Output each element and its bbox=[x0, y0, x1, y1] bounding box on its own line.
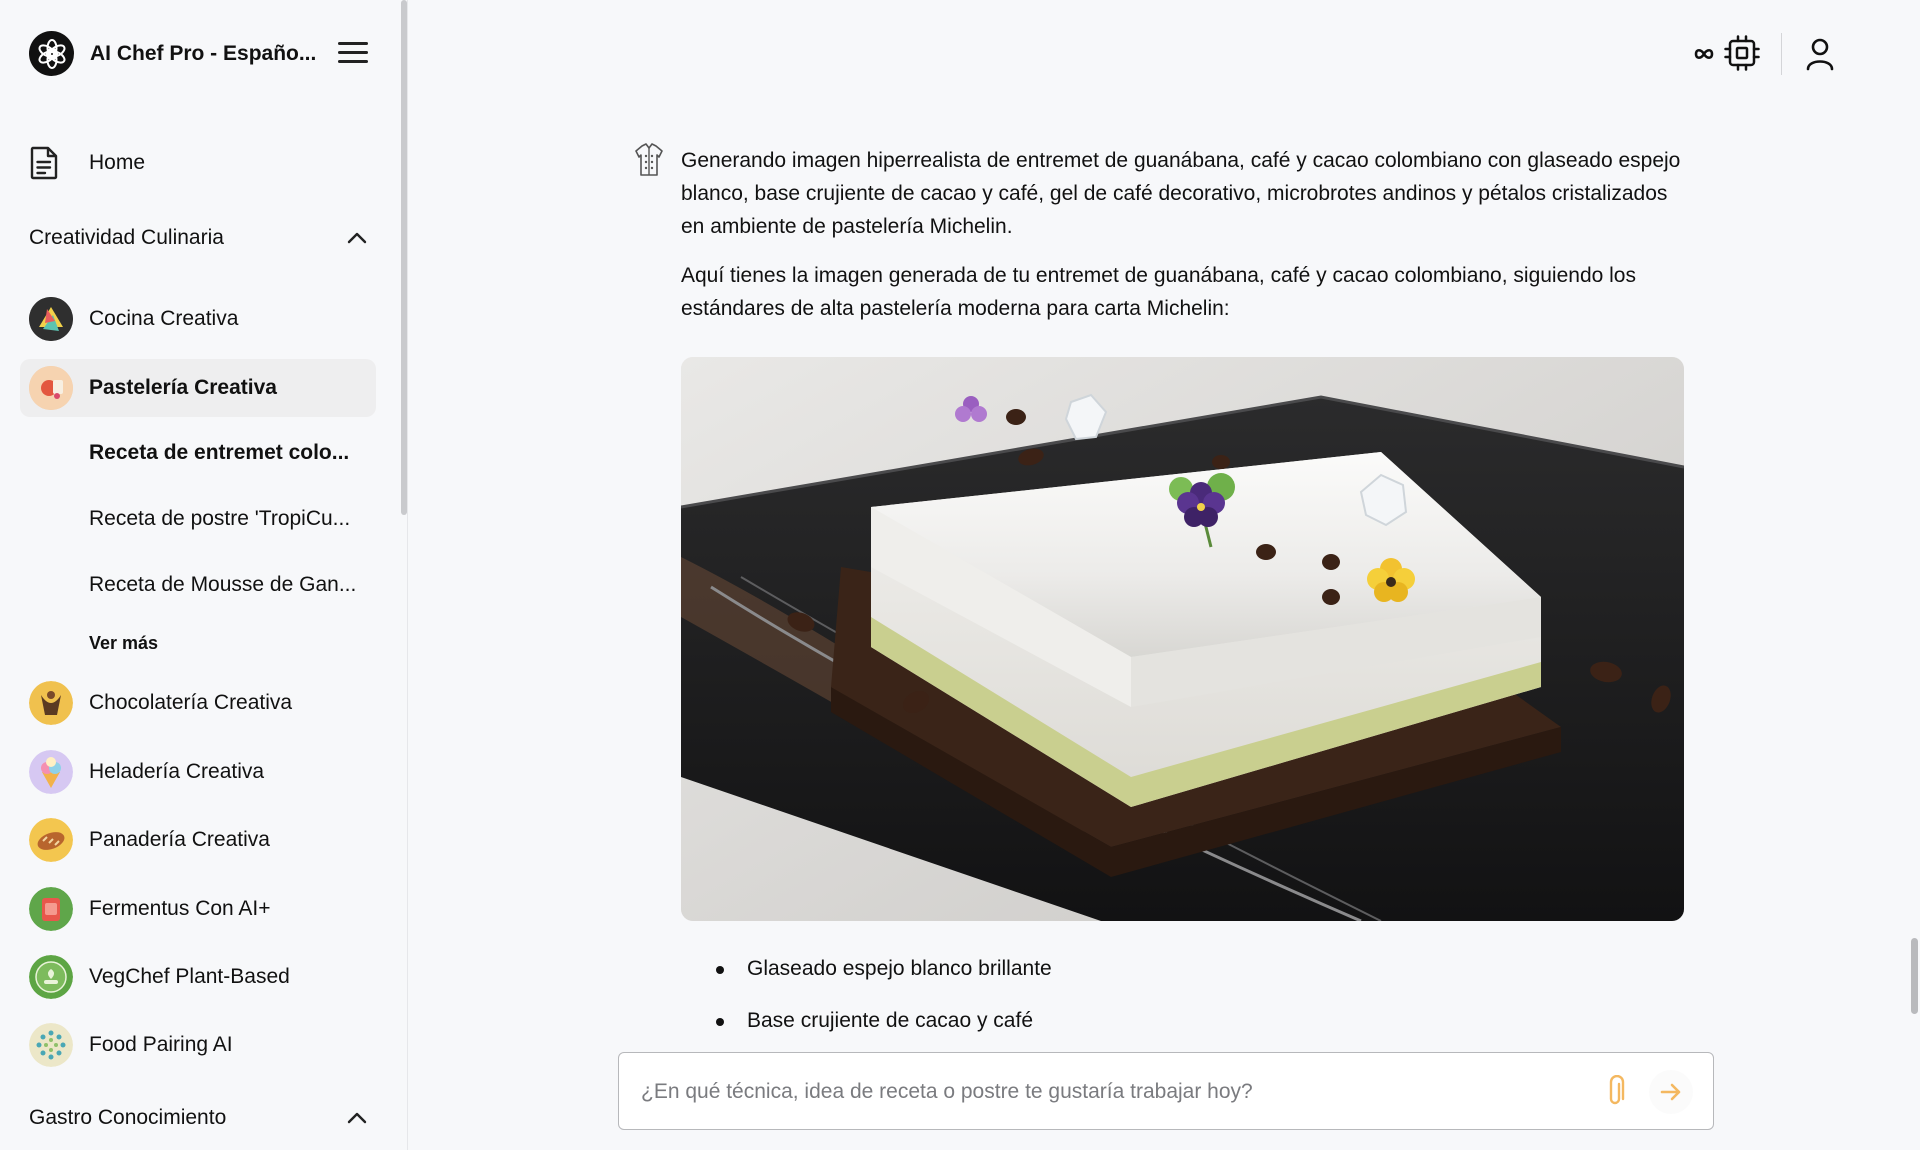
recent-chat-item[interactable]: Receta de postre 'TropiCu... bbox=[89, 507, 371, 531]
nav-home-label: Home bbox=[89, 151, 146, 174]
nav-home[interactable]: Home bbox=[29, 146, 145, 180]
fermentus-avatar-icon bbox=[29, 887, 73, 931]
sidebar-item-label: Pastelería Creativa bbox=[89, 376, 277, 399]
sidebar-item-cocina-creativa[interactable]: Cocina Creativa bbox=[20, 290, 376, 348]
sidebar-item-label: Heladería Creativa bbox=[89, 760, 265, 783]
food-pairing-avatar-icon bbox=[29, 1023, 73, 1067]
generated-dessert-image[interactable] bbox=[681, 357, 1684, 921]
section-label: Gastro Conocimiento bbox=[29, 1106, 227, 1129]
chef-jacket-icon bbox=[635, 143, 663, 176]
heladeria-creativa-avatar-icon bbox=[29, 750, 73, 794]
assistant-reply-message: Aquí tienes la imagen generada de tu ent… bbox=[681, 264, 1636, 320]
brand[interactable]: AI Chef Pro - Españo... bbox=[29, 31, 320, 76]
document-icon bbox=[30, 146, 58, 180]
sidebar-item-label: Food Pairing AI bbox=[89, 1033, 233, 1056]
list-item: Glaseado espejo blanco brillante bbox=[681, 952, 1681, 1004]
sidebar-item-label: Chocolatería Creativa bbox=[89, 691, 293, 714]
section-creatividad-culinaria[interactable]: Creatividad Culinaria bbox=[29, 226, 369, 250]
sidebar-item-panaderia-creativa[interactable]: Panadería Creativa bbox=[20, 811, 376, 869]
message-composer bbox=[618, 1052, 1714, 1130]
sidebar-item-label: Fermentus Con AI+ bbox=[89, 897, 271, 920]
sidebar-item-heladeria-creativa[interactable]: Heladería Creativa bbox=[20, 743, 376, 801]
chevron-up-icon[interactable] bbox=[345, 226, 369, 250]
see-more-link[interactable]: Ver más bbox=[89, 633, 158, 654]
sidebar-scrollbar[interactable] bbox=[401, 0, 407, 515]
vegchef-avatar-icon bbox=[29, 955, 73, 999]
sidebar-item-chocolateria-creativa[interactable]: Chocolatería Creativa bbox=[20, 674, 376, 732]
sidebar-item-fermentus[interactable]: Fermentus Con AI+ bbox=[20, 880, 376, 938]
message-input[interactable] bbox=[641, 1074, 1581, 1110]
pasteleria-creativa-avatar-icon bbox=[29, 366, 73, 410]
paperclip-icon[interactable] bbox=[1604, 1075, 1626, 1109]
menu-toggle-icon[interactable] bbox=[338, 42, 368, 64]
send-button[interactable] bbox=[1649, 1070, 1693, 1114]
panaderia-creativa-avatar-icon bbox=[29, 818, 73, 862]
recent-chat-item[interactable]: Receta de Mousse de Gan... bbox=[89, 573, 371, 597]
sidebar-item-label: Cocina Creativa bbox=[89, 307, 239, 330]
section-label: Creatividad Culinaria bbox=[29, 226, 224, 249]
section-gastro-conocimiento[interactable]: Gastro Conocimiento bbox=[29, 1106, 369, 1130]
sidebar-item-label: VegChef Plant-Based bbox=[89, 965, 290, 988]
openai-logo-icon bbox=[29, 31, 74, 76]
sidebar: AI Chef Pro - Españo... Home Creatividad… bbox=[0, 0, 408, 1150]
sidebar-item-label: Panadería Creativa bbox=[89, 828, 270, 851]
sidebar-item-pasteleria-creativa[interactable]: Pastelería Creativa bbox=[20, 359, 376, 417]
cocina-creativa-avatar-icon bbox=[29, 297, 73, 341]
assistant-status-message: Generando imagen hiperrealista de entrem… bbox=[681, 149, 1681, 238]
sidebar-item-vegchef[interactable]: VegChef Plant-Based bbox=[20, 948, 376, 1006]
app-title: AI Chef Pro - Españo... bbox=[90, 41, 317, 65]
recent-chat-item[interactable]: Receta de entremet colo... bbox=[89, 441, 371, 465]
arrow-right-icon bbox=[1660, 1083, 1681, 1101]
sidebar-item-food-pairing[interactable]: Food Pairing AI bbox=[20, 1016, 376, 1074]
features-list: Glaseado espejo blanco brillante Base cr… bbox=[681, 952, 1681, 1056]
chocolateria-creativa-avatar-icon bbox=[29, 681, 73, 725]
chat-scrollbar[interactable] bbox=[1911, 938, 1918, 1014]
list-item: Base crujiente de cacao y café bbox=[681, 1004, 1681, 1056]
chevron-up-icon[interactable] bbox=[345, 1106, 369, 1130]
